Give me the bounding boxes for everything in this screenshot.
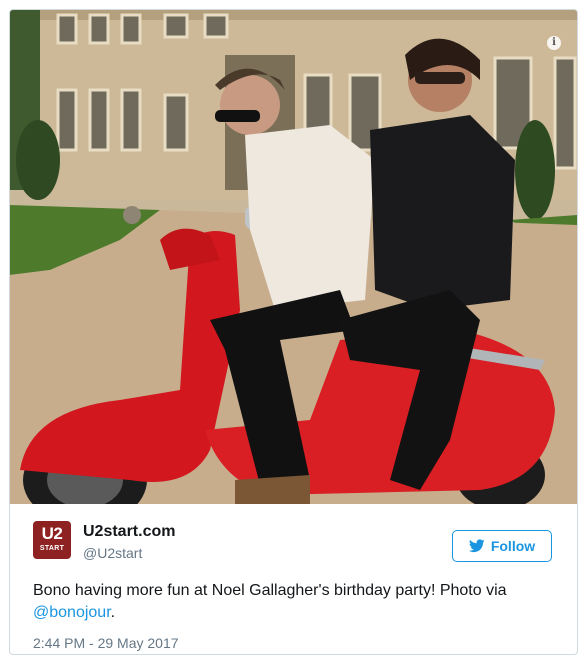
author-handle[interactable]: @U2start — [83, 545, 142, 561]
tweet-photo[interactable]: i — [10, 10, 577, 504]
follow-label: Follow — [490, 538, 536, 554]
tweet-card: i U2 START U2start.com @U2start Follow B… — [9, 9, 578, 655]
tweet-text-end: . — [110, 604, 116, 621]
avatar[interactable]: U2 START — [33, 521, 71, 559]
tweet-text: Bono having more fun at Noel Gallagher's… — [33, 580, 568, 624]
author-display-name[interactable]: U2start.com — [83, 523, 175, 541]
tweet-timestamp[interactable]: 2:44 PM - 29 May 2017 — [33, 635, 179, 651]
twitter-bird-icon — [468, 539, 485, 553]
info-icon[interactable]: i — [547, 36, 561, 50]
tweet-footer: U2 START U2start.com @U2start Follow Bon… — [10, 504, 577, 654]
avatar-text-top: U2 — [41, 524, 63, 543]
tweet-text-main: Bono having more fun at Noel Gallagher's… — [33, 582, 507, 599]
mention-link[interactable]: @bonojour — [33, 604, 111, 621]
follow-button[interactable]: Follow — [452, 530, 552, 562]
avatar-text-bottom: START — [39, 545, 65, 552]
